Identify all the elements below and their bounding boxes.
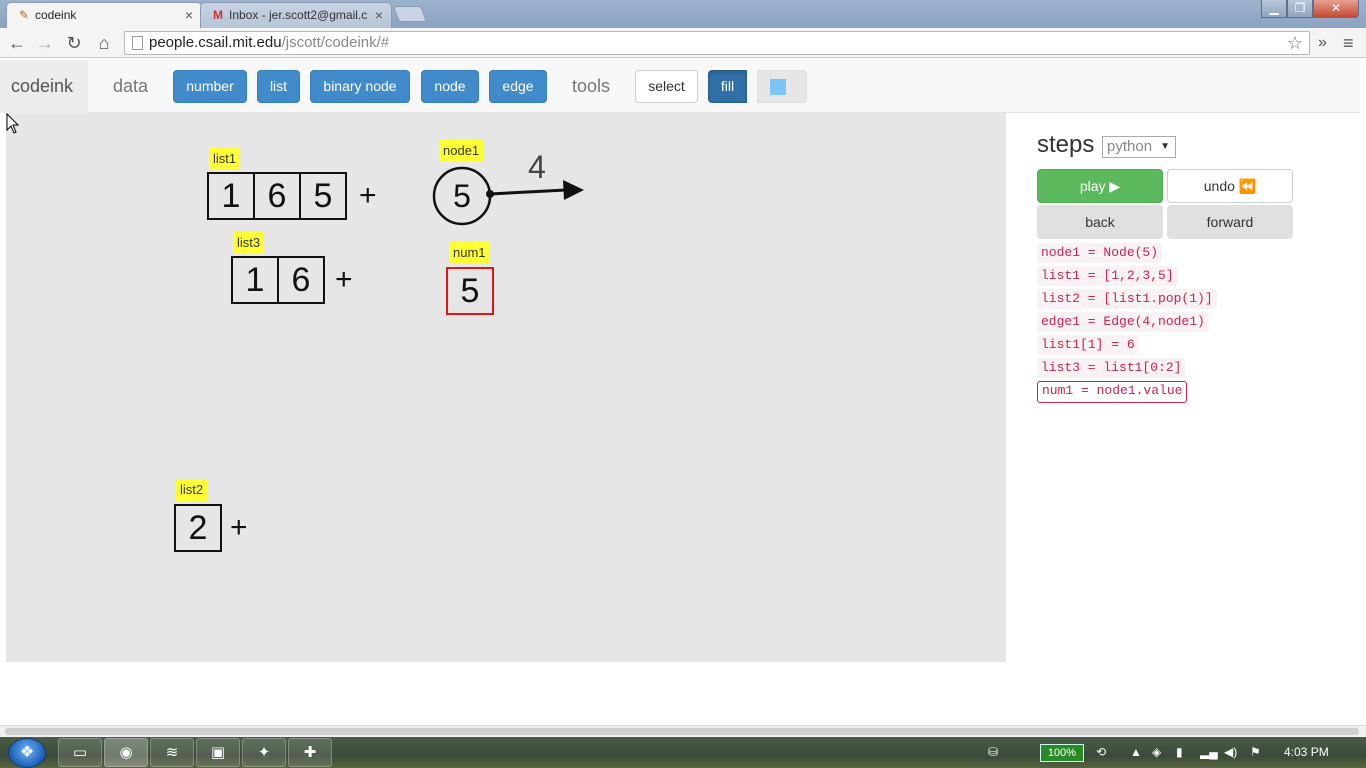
spotify-icon[interactable]: ≋ [150, 738, 194, 767]
clock[interactable]: 4:03 PM [1284, 737, 1329, 768]
steps-title: steps [1037, 131, 1095, 158]
browser-titlebar: ✎ codeink × M Inbox - jer.scott2@gmail.c… [0, 0, 1366, 28]
home-icon[interactable]: ⌂ [92, 31, 116, 55]
sync-icon[interactable]: ⟲ [1096, 737, 1106, 768]
fill-button[interactable]: fill [708, 70, 747, 103]
brand[interactable]: codeink [0, 60, 88, 113]
chevron-down-icon: ▼ [1160, 141, 1170, 152]
node-button[interactable]: node [421, 70, 479, 103]
close-tab-icon[interactable]: × [185, 3, 193, 27]
step-line[interactable]: list3 = list1[0:2] [1037, 358, 1186, 378]
back-button[interactable]: back [1037, 205, 1163, 239]
tray-expand-icon[interactable]: ▲ [1130, 737, 1142, 768]
step-line[interactable]: node1 = Node(5) [1037, 243, 1163, 263]
extensions-chevron-icon[interactable]: » [1318, 31, 1327, 55]
edge-button[interactable]: edge [489, 70, 547, 103]
reload-icon[interactable]: ↻ [62, 31, 86, 55]
play-button[interactable]: play ▶ [1037, 169, 1163, 203]
browser-toolbar: ← → ↻ ⌂ people.csail.mit.edu/jscott/code… [0, 28, 1366, 58]
battery-indicator[interactable]: 100% [1040, 744, 1084, 762]
fill-color-button[interactable] [757, 70, 807, 103]
data-label: data [113, 76, 149, 96]
step-line[interactable]: list1[1] = 6 [1037, 335, 1139, 355]
step-line[interactable]: list2 = [list1.pop(1)] [1037, 289, 1217, 309]
list3-cell[interactable]: 1 [231, 256, 279, 304]
list3-append-button[interactable]: + [335, 265, 353, 295]
drawing-canvas[interactable]: list1 1 6 5 + node1 5 4 list3 1 6 + num1… [6, 113, 1006, 662]
canvas-shapes [432, 166, 584, 226]
close-tab-icon[interactable]: × [375, 3, 383, 27]
app-navbar: codeink data number list binary node nod… [0, 60, 1360, 113]
signal-icon[interactable]: ▂▄ [1200, 737, 1218, 768]
url-host: people.csail.mit.edu [149, 34, 282, 51]
tab-title: codeink [35, 8, 77, 22]
list3-cells: 1 6 [231, 256, 325, 304]
list2-append-button[interactable]: + [230, 513, 248, 543]
list1-label[interactable]: list1 [209, 148, 241, 170]
page-icon [132, 36, 143, 50]
scrollbar-thumb[interactable] [5, 728, 1359, 735]
back-arrow-icon[interactable]: ← [5, 31, 29, 55]
power-icon[interactable]: ▮ [1176, 737, 1183, 768]
explorer-icon[interactable]: ▭ [58, 738, 102, 767]
start-button[interactable]: ❖ [8, 738, 46, 768]
volume-icon[interactable]: ◀) [1224, 737, 1237, 768]
flag-icon[interactable]: ⚑ [1250, 737, 1261, 768]
minimize-button[interactable]: ▁ [1261, 0, 1287, 18]
undo-button[interactable]: undo ⏪ [1167, 169, 1293, 203]
edge1-arrowhead [563, 180, 584, 200]
edge1-line[interactable] [489, 188, 567, 196]
bookmark-star-icon[interactable]: ☆ [1287, 32, 1303, 54]
list2-label[interactable]: list2 [176, 479, 208, 501]
tab-gmail[interactable]: M Inbox - jer.scott2@gmail.c × [200, 2, 392, 28]
list1-cell[interactable]: 1 [207, 172, 255, 220]
url-path: /jscott/codeink/# [281, 34, 390, 51]
acrobat-icon[interactable]: ✦ [242, 738, 286, 767]
list2-cells: 2 [174, 504, 222, 552]
binary-node-button[interactable]: binary node [310, 70, 410, 103]
num1-label[interactable]: num1 [449, 242, 490, 264]
language-select[interactable]: python ▼ [1102, 136, 1176, 158]
horizontal-scrollbar[interactable] [0, 725, 1366, 737]
select-button[interactable]: select [635, 70, 698, 103]
tools-label: tools [572, 76, 611, 96]
mouse-cursor-icon [6, 113, 20, 134]
list1-cells: 1 6 5 [207, 172, 347, 220]
list3-label[interactable]: list3 [233, 232, 265, 254]
forward-arrow-icon[interactable]: → [33, 31, 57, 55]
codeink-favicon-icon: ✎ [18, 8, 30, 22]
node1-value: 5 [453, 178, 471, 214]
step-line[interactable]: num1 = node1.value [1037, 381, 1188, 403]
node1-label[interactable]: node1 [439, 140, 484, 162]
forward-button[interactable]: forward [1167, 205, 1293, 239]
number-button[interactable]: number [173, 70, 247, 103]
num1-box: 5 [446, 267, 494, 315]
tab-title: Inbox - jer.scott2@gmail.c [229, 8, 368, 22]
network-drive-icon[interactable]: ⛁ [988, 737, 998, 768]
edge1-label[interactable]: 4 [528, 150, 546, 184]
close-window-button[interactable]: ✕ [1313, 0, 1359, 18]
list1-cell[interactable]: 6 [253, 172, 301, 220]
new-tab-button[interactable] [393, 6, 427, 22]
num1-value[interactable]: 5 [446, 267, 494, 315]
list2-cell[interactable]: 2 [174, 504, 222, 552]
menu-icon[interactable]: ≡ [1343, 31, 1354, 55]
list3-cell[interactable]: 6 [277, 256, 325, 304]
step-line[interactable]: edge1 = Edge(4,node1) [1037, 312, 1209, 332]
dropbox-icon[interactable]: ◈ [1152, 737, 1161, 768]
list1-append-button[interactable]: + [359, 181, 377, 211]
step-line[interactable]: list1 = [1,2,3,5] [1037, 266, 1178, 286]
address-bar[interactable]: people.csail.mit.edu/jscott/codeink/# ☆ [124, 31, 1310, 55]
tab-codeink[interactable]: ✎ codeink × [6, 2, 202, 28]
maximize-button[interactable]: ❐ [1287, 0, 1313, 18]
terminal-icon[interactable]: ▣ [196, 738, 240, 767]
windows-taskbar: ❖ ▭ ◉ ≋ ▣ ✦ ✚ ⛁ 100% ⟲ ▲ ◈ ▮ ▂▄ ◀) ⚑ 4:0… [0, 737, 1366, 768]
fill-color-swatch [770, 79, 786, 95]
list-button[interactable]: list [257, 70, 300, 103]
list1-cell[interactable]: 5 [299, 172, 347, 220]
language-value: python [1107, 138, 1153, 155]
chrome-icon[interactable]: ◉ [104, 738, 148, 767]
app-icon[interactable]: ✚ [288, 738, 332, 767]
gmail-icon: M [213, 8, 223, 22]
